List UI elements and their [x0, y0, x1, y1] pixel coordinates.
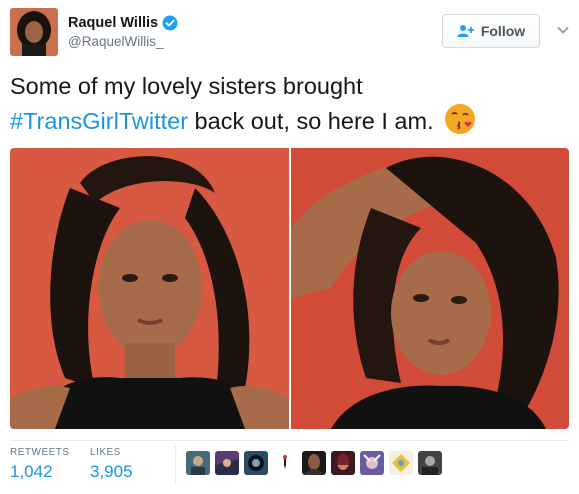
display-name[interactable]: Raquel Willis	[68, 15, 158, 31]
kiss-face-emoji-icon	[444, 103, 476, 135]
liker-avatar[interactable]	[186, 451, 210, 475]
avatar[interactable]	[10, 8, 58, 56]
tweet-text-line2: back out, so here I am.	[188, 108, 434, 134]
liker-avatar[interactable]	[302, 451, 326, 475]
liker-avatar[interactable]	[418, 451, 442, 475]
liker-avatar[interactable]	[389, 451, 413, 475]
liker-avatar[interactable]	[360, 451, 384, 475]
follow-label: Follow	[480, 23, 526, 39]
likes-count: 3,905	[90, 462, 133, 481]
follow-button[interactable]: Follow	[442, 14, 540, 48]
verified-badge-icon	[162, 15, 178, 31]
engagement-stats: RETWEETS 1,042 LIKES 3,905	[10, 440, 569, 490]
tweet-text-line1: Some of my lovely sisters brought	[10, 73, 363, 99]
stats-divider	[175, 445, 176, 485]
tweet-text: Some of my lovely sisters brought #Trans…	[10, 70, 565, 138]
liker-avatar[interactable]	[215, 451, 239, 475]
liker-avatar[interactable]	[331, 451, 355, 475]
likes-stat[interactable]: LIKES 3,905	[90, 447, 133, 482]
tweet-header: Raquel Willis @RaquelWillis_ Follow	[10, 8, 569, 58]
likes-label: LIKES	[90, 447, 121, 458]
retweets-stat[interactable]: RETWEETS 1,042	[10, 447, 70, 482]
user-handle[interactable]: @RaquelWillis_	[68, 34, 178, 49]
selfie-photo-1[interactable]	[10, 148, 289, 429]
follow-user-icon	[457, 24, 475, 38]
selfie-photo-2[interactable]	[290, 148, 569, 429]
chevron-down-icon[interactable]	[556, 23, 570, 37]
retweets-label: RETWEETS	[10, 447, 70, 458]
author-info: Raquel Willis @RaquelWillis_	[68, 15, 178, 49]
retweets-count: 1,042	[10, 462, 53, 481]
liker-avatar[interactable]	[273, 451, 297, 475]
hashtag-link[interactable]: #TransGirlTwitter	[10, 108, 188, 134]
photo-grid	[10, 148, 569, 429]
liker-avatars	[186, 451, 442, 475]
liker-avatar[interactable]	[244, 451, 268, 475]
